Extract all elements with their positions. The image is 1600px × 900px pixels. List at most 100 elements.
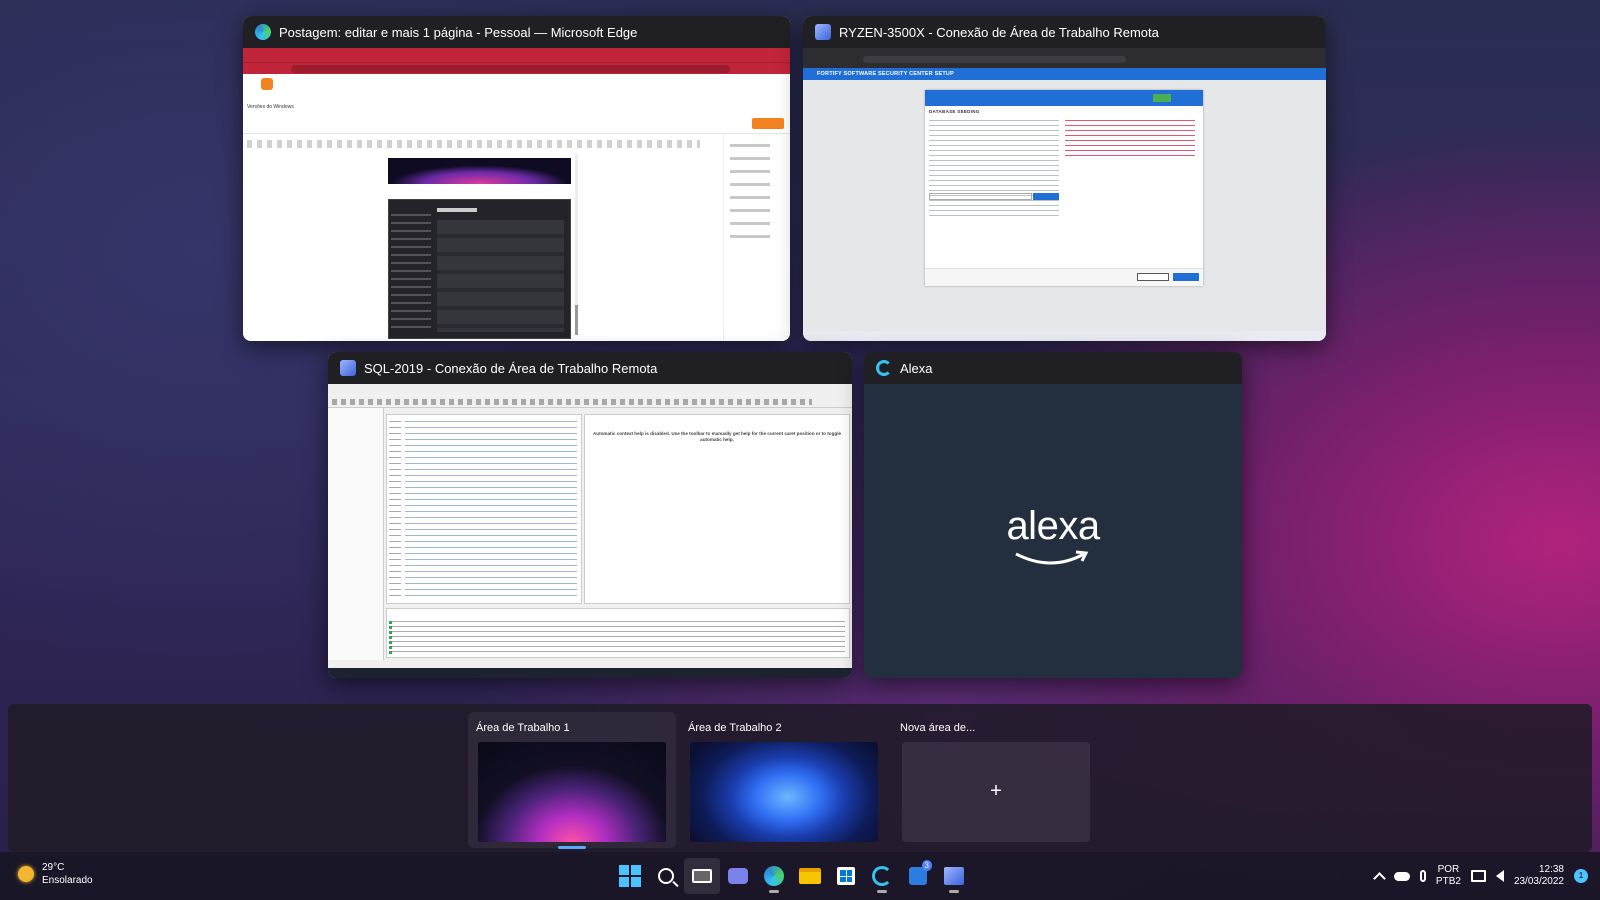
window-sql-preview[interactable]: Automatic context help is disabled. Use … bbox=[328, 384, 852, 678]
remote-taskbar bbox=[328, 668, 852, 678]
taskbar-apps: 3 bbox=[612, 858, 972, 894]
chevron-up-icon[interactable] bbox=[1373, 871, 1386, 885]
file-explorer-button[interactable] bbox=[792, 858, 828, 894]
browse-button bbox=[1033, 193, 1059, 200]
sql-editor bbox=[386, 414, 582, 604]
language-indicator[interactable]: POR PTB2 bbox=[1436, 864, 1461, 888]
start-button[interactable] bbox=[612, 858, 648, 894]
volume-icon[interactable] bbox=[1495, 870, 1504, 882]
browser-addressbar bbox=[243, 62, 790, 74]
window-edge[interactable]: Postagem: editar e mais 1 página - Pesso… bbox=[243, 16, 790, 341]
desktop-2[interactable]: Área de Trabalho 2 bbox=[680, 712, 888, 848]
desktop-1[interactable]: Área de Trabalho 1 bbox=[468, 712, 676, 849]
blogger-editor: Versões do Windows bbox=[243, 74, 790, 341]
context-help-panel: Automatic context help is disabled. Use … bbox=[584, 414, 850, 604]
window-alexa-titlebar[interactable]: Alexa bbox=[864, 352, 1242, 384]
todo-badge: 3 bbox=[921, 860, 932, 871]
network-icon[interactable] bbox=[1470, 870, 1486, 882]
store-button[interactable] bbox=[828, 858, 864, 894]
onedrive-icon[interactable] bbox=[1393, 871, 1410, 881]
desktops-panel: Área de Trabalho 1 Área de Trabalho 2 No… bbox=[8, 704, 1592, 852]
workbench-menubar bbox=[328, 384, 852, 408]
alexa-taskbar-button[interactable] bbox=[864, 858, 900, 894]
edge-taskbar-button[interactable] bbox=[756, 858, 792, 894]
alexa-logo-text: alexa bbox=[1006, 504, 1100, 548]
window-edge-title: Postagem: editar e mais 1 página - Pesso… bbox=[279, 24, 638, 40]
window-alexa[interactable]: Alexa alexa bbox=[864, 352, 1242, 678]
window-sql-rdp[interactable]: SQL-2019 - Conexão de Área de Trabalho R… bbox=[328, 352, 852, 678]
desktop-1-label: Área de Trabalho 1 bbox=[476, 722, 570, 734]
setup-steps bbox=[925, 90, 1203, 106]
task-view-icon bbox=[692, 869, 712, 883]
rdp-icon bbox=[815, 24, 831, 40]
fortify-body: DATABASE SEEDING bbox=[803, 80, 1326, 331]
context-help-text: Automatic context help is disabled. Use … bbox=[592, 431, 842, 442]
seeding-results bbox=[1065, 120, 1195, 160]
sun-icon bbox=[18, 866, 34, 882]
edge-icon bbox=[255, 24, 271, 40]
post-image-settings bbox=[388, 199, 571, 339]
clock-time: 12:38 bbox=[1538, 864, 1564, 875]
seeding-section-title: DATABASE SEEDING bbox=[929, 109, 980, 114]
clock-date: 23/03/2022 bbox=[1513, 876, 1564, 887]
bundle-file-field bbox=[929, 193, 1032, 200]
notification-badge[interactable]: 1 bbox=[1574, 869, 1588, 883]
window-ryzen-titlebar[interactable]: RYZEN-3500X - Conexão de Área de Trabalh… bbox=[803, 16, 1326, 48]
window-edge-preview[interactable]: Versões do Windows bbox=[243, 48, 790, 341]
window-edge-titlebar[interactable]: Postagem: editar e mais 1 página - Pesso… bbox=[243, 16, 790, 48]
new-desktop[interactable]: Nova área de... + bbox=[892, 712, 1100, 848]
remote-taskbar bbox=[803, 331, 1326, 341]
fortify-header: FORTIFY SOFTWARE SECURITY CENTER SETUP bbox=[803, 68, 1326, 80]
task-view-button[interactable] bbox=[684, 858, 720, 894]
teams-chat-button[interactable] bbox=[720, 858, 756, 894]
previous-button bbox=[1137, 273, 1169, 281]
plus-icon: + bbox=[990, 780, 1002, 802]
publish-button bbox=[752, 118, 784, 129]
keyboard-layout: PTB2 bbox=[1435, 876, 1461, 887]
seeding-instructions bbox=[929, 120, 1059, 216]
window-alexa-title: Alexa bbox=[900, 360, 933, 376]
window-alexa-preview[interactable]: alexa bbox=[864, 384, 1242, 678]
next-button bbox=[1173, 273, 1199, 281]
search-button[interactable] bbox=[648, 858, 684, 894]
seeding-dialog: DATABASE SEEDING bbox=[925, 90, 1203, 286]
editor-scrollbar bbox=[575, 154, 578, 335]
post-image-wallpaper bbox=[388, 158, 571, 184]
action-output bbox=[386, 608, 850, 658]
microphone-icon[interactable] bbox=[1419, 870, 1426, 882]
window-ryzen-preview[interactable]: FORTIFY SOFTWARE SECURITY CENTER SETUP D… bbox=[803, 48, 1326, 341]
workbench-navigator bbox=[328, 408, 384, 660]
post-title: Versões do Windows bbox=[247, 104, 294, 110]
weather-temp: 29°C bbox=[42, 862, 65, 873]
store-icon bbox=[837, 867, 855, 885]
post-settings-panel bbox=[723, 134, 790, 341]
dialog-footer bbox=[925, 268, 1203, 286]
weather-desc: Ensolarado bbox=[42, 875, 93, 886]
window-ryzen-title: RYZEN-3500X - Conexão de Área de Trabalh… bbox=[839, 24, 1159, 40]
edge-icon bbox=[764, 866, 784, 886]
window-ryzen-rdp[interactable]: RYZEN-3500X - Conexão de Área de Trabalh… bbox=[803, 16, 1326, 341]
post-content bbox=[388, 154, 571, 341]
alexa-smile-icon bbox=[1015, 550, 1089, 565]
teams-chat-icon bbox=[728, 868, 748, 884]
file-explorer-icon bbox=[799, 868, 821, 884]
browser-tabstrip bbox=[243, 48, 790, 62]
clock[interactable]: 12:38 23/03/2022 bbox=[1514, 864, 1564, 888]
rdp-icon bbox=[944, 867, 964, 885]
blogger-header: Versões do Windows bbox=[243, 74, 790, 134]
new-desktop-label: Nova área de... bbox=[900, 722, 976, 734]
rdp-taskbar-button[interactable] bbox=[936, 858, 972, 894]
window-sql-titlebar[interactable]: SQL-2019 - Conexão de Área de Trabalho R… bbox=[328, 352, 852, 384]
desktop-1-thumbnail[interactable] bbox=[478, 742, 666, 842]
alexa-icon bbox=[872, 866, 892, 886]
language-code: POR bbox=[1437, 864, 1460, 875]
new-desktop-button[interactable]: + bbox=[902, 742, 1090, 842]
alexa-icon bbox=[876, 360, 892, 376]
search-icon bbox=[658, 868, 674, 884]
taskbar: 29°C Ensolarado 3 POR PTB2 12:38 23/03/2… bbox=[0, 852, 1600, 900]
weather-widget[interactable]: 29°C Ensolarado bbox=[18, 861, 93, 887]
desktop-2-thumbnail[interactable] bbox=[690, 742, 878, 842]
blogger-logo-icon bbox=[261, 78, 273, 90]
desktop-2-label: Área de Trabalho 2 bbox=[688, 722, 782, 734]
todo-taskbar-button[interactable]: 3 bbox=[900, 858, 936, 894]
